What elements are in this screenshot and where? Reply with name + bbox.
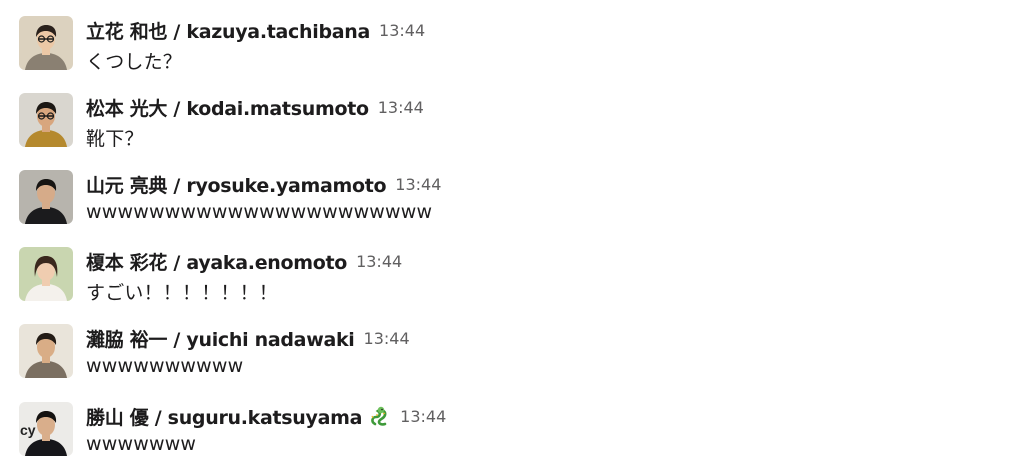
sender-name[interactable]: 榎本 彩花 / ayaka.enomoto: [86, 248, 347, 275]
sender-name[interactable]: 立花 和也 / kazuya.tachibana: [86, 17, 370, 44]
message-header: 勝山 優 / suguru.katsuyama 13:44: [86, 402, 446, 430]
message-header: 松本 光大 / kodai.matsumoto 13:44: [86, 93, 424, 121]
message-timestamp[interactable]: 13:44: [400, 407, 446, 426]
message-timestamp[interactable]: 13:44: [356, 252, 402, 271]
user-avatar-icon[interactable]: [19, 170, 73, 224]
message-timestamp[interactable]: 13:44: [364, 329, 410, 348]
user-avatar-icon[interactable]: [19, 16, 73, 70]
user-avatar-icon[interactable]: [19, 324, 73, 378]
message-header: 灘脇 裕一 / yuichi nadawaki 13:44: [86, 324, 410, 352]
sender-name[interactable]: 松本 光大 / kodai.matsumoto: [86, 94, 369, 121]
user-avatar-icon[interactable]: [19, 93, 73, 147]
message-text: wwwwwwwwww: [86, 355, 244, 377]
sender-name[interactable]: 勝山 優 / suguru.katsuyama: [86, 403, 362, 430]
sender-name[interactable]: 山元 亮典 / ryosuke.yamamoto: [86, 171, 387, 198]
message-text: wwwwwww: [86, 433, 197, 455]
message-row[interactable]: 灘脇 裕一 / yuichi nadawaki 13:44 wwwwwwwwww: [0, 324, 1024, 396]
message-feed: 立花 和也 / kazuya.tachibana 13:44 くつした？ 松本 光大 …: [0, 0, 1024, 470]
message-timestamp[interactable]: 13:44: [378, 98, 424, 117]
message-row[interactable]: 松本 光大 / kodai.matsumoto 13:44 靴下？: [0, 93, 1024, 165]
message-row[interactable]: 立花 和也 / kazuya.tachibana 13:44 くつした？: [0, 16, 1024, 88]
message-text: すごい！！！！！！！: [86, 282, 279, 304]
message-row[interactable]: cy 勝山 優 / suguru.katsuyama 13:44 wwwwwww: [0, 402, 1024, 470]
message-row[interactable]: 山元 亮典 / ryosuke.yamamoto 13:44 wwwwwwwwwww…: [0, 170, 1024, 242]
sender-name[interactable]: 灘脇 裕一 / yuichi nadawaki: [86, 325, 355, 352]
user-avatar-icon[interactable]: [19, 247, 73, 301]
message-header: 榎本 彩花 / ayaka.enomoto 13:44: [86, 247, 402, 275]
user-avatar-icon[interactable]: cy: [19, 402, 73, 456]
dragon-emoji-icon[interactable]: [369, 405, 391, 427]
avatar-label: cy: [20, 422, 36, 438]
message-header: 立花 和也 / kazuya.tachibana 13:44: [86, 16, 425, 44]
message-text: くつした？: [86, 51, 183, 73]
message-header: 山元 亮典 / ryosuke.yamamoto 13:44: [86, 170, 441, 198]
message-row[interactable]: 榎本 彩花 / ayaka.enomoto 13:44 すごい！！！！！！！: [0, 247, 1024, 319]
message-text: wwwwwwwwwwwwwwwwwwwwww: [86, 201, 433, 223]
message-text: 靴下？: [86, 128, 144, 150]
message-timestamp[interactable]: 13:44: [379, 21, 425, 40]
message-timestamp[interactable]: 13:44: [395, 175, 441, 194]
